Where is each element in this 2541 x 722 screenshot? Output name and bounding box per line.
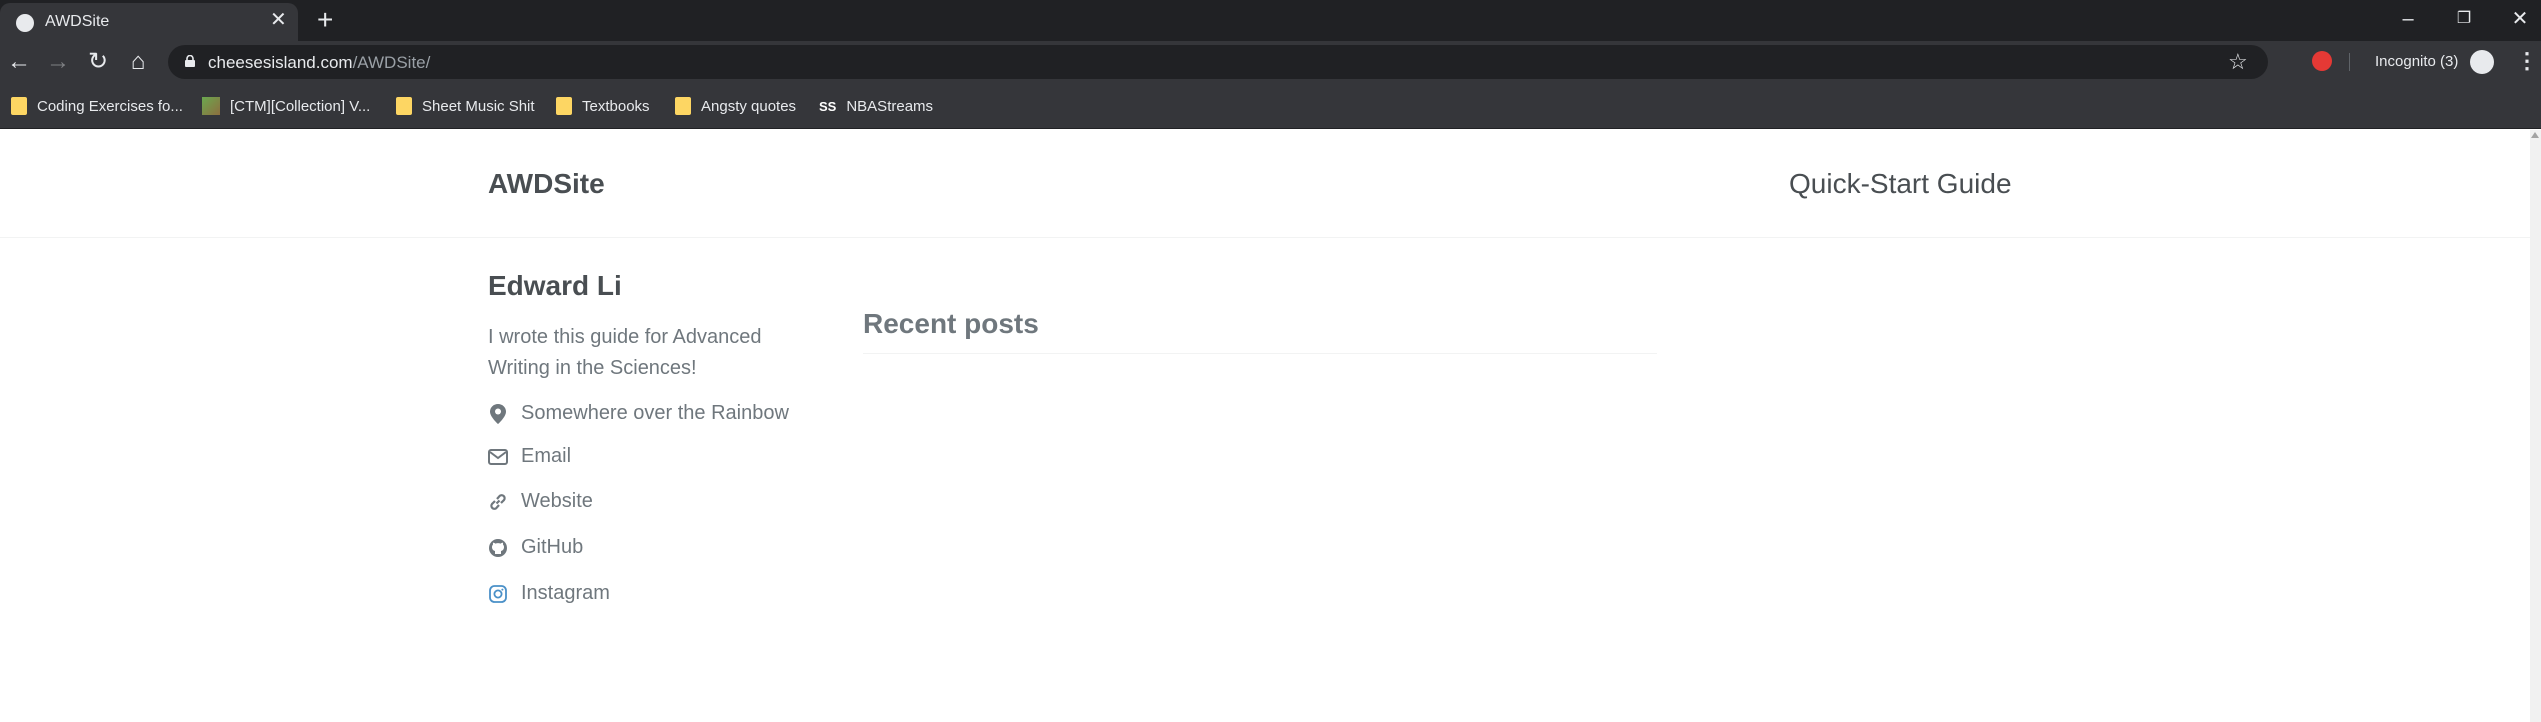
page-content: AWDSite Quick-Start Guide Edward Li I wr…	[0, 130, 2530, 722]
github-icon	[488, 538, 508, 558]
author-github-link[interactable]: GitHub	[488, 536, 583, 559]
restore-icon[interactable]: ❐	[2444, 4, 2484, 34]
author-email-link[interactable]: Email	[488, 445, 571, 468]
tab-strip: AWDSite ✕ + – ❐ ✕	[0, 0, 2541, 41]
bookmark-item[interactable]: [CTM][Collection] V...	[202, 94, 370, 118]
link-label: Email	[521, 445, 572, 467]
lock-icon	[185, 55, 195, 67]
globe-icon	[16, 14, 34, 32]
reload-icon[interactable]: ↻	[83, 47, 113, 77]
link-label: GitHub	[521, 536, 584, 558]
bookmark-label: Sheet Music Shit	[422, 97, 535, 115]
bookmark-star-icon[interactable]: ☆	[2228, 49, 2248, 75]
incognito-icon[interactable]	[2470, 50, 2494, 74]
folder-icon	[675, 97, 691, 115]
bookmarks-bar: Coding Exercises fo... [CTM][Collection]…	[0, 83, 2541, 129]
instagram-icon	[488, 584, 508, 604]
browser-toolbar: ← → ↻ ⌂ cheesesisland.com/AWDSite/ ☆ Inc…	[0, 41, 2541, 83]
bookmark-label: NBAStreams	[846, 97, 934, 115]
menu-icon[interactable]: ⋮	[2516, 48, 2538, 74]
bookmark-label: Angsty quotes	[701, 97, 797, 115]
close-window-icon[interactable]: ✕	[2500, 4, 2540, 34]
folder-icon	[556, 97, 572, 115]
map-marker-icon	[488, 403, 508, 424]
new-tab-button[interactable]: +	[317, 5, 333, 35]
folder-icon	[11, 97, 27, 115]
link-label: Instagram	[521, 582, 610, 604]
site-title-link[interactable]: AWDSite	[488, 168, 605, 200]
scroll-up-icon[interactable]	[2531, 132, 2539, 138]
author-bio: I wrote this guide for Advanced Writing …	[488, 326, 762, 379]
extension-icon[interactable]	[2312, 51, 2332, 71]
bookmark-item[interactable]: Textbooks	[556, 94, 650, 118]
bookmark-item[interactable]: SS NBAStreams	[819, 94, 933, 118]
tab-title: AWDSite	[45, 13, 110, 30]
toolbar-divider	[2349, 53, 2350, 71]
recent-posts-heading: Recent posts	[863, 308, 1039, 339]
minimize-icon[interactable]: –	[2388, 4, 2428, 34]
divider	[863, 353, 1657, 354]
browser-tab[interactable]: AWDSite ✕	[0, 3, 298, 41]
cube-icon	[202, 97, 220, 115]
back-icon[interactable]: ←	[4, 47, 34, 77]
close-tab-icon[interactable]: ✕	[270, 10, 287, 30]
folder-icon	[396, 97, 412, 115]
bookmark-item[interactable]: Angsty quotes	[675, 94, 796, 118]
author-location: Somewhere over the Rainbow	[488, 402, 789, 425]
scrollbar[interactable]	[2530, 130, 2541, 722]
incognito-label[interactable]: Incognito (3)	[2375, 53, 2458, 70]
forward-icon[interactable]: →	[43, 47, 73, 77]
envelope-icon	[488, 447, 508, 467]
author-instagram-link[interactable]: Instagram	[488, 582, 610, 605]
bookmark-item[interactable]: Sheet Music Shit	[396, 94, 535, 118]
home-icon[interactable]: ⌂	[123, 47, 153, 77]
nav-link-quick-start[interactable]: Quick-Start Guide	[1789, 168, 2012, 200]
address-bar[interactable]: cheesesisland.com/AWDSite/ ☆	[168, 45, 2268, 79]
bookmark-item[interactable]: Coding Exercises fo...	[11, 94, 183, 118]
author-name: Edward Li	[488, 270, 622, 301]
ss-icon: SS	[819, 98, 837, 114]
bookmark-label: [CTM][Collection] V...	[230, 97, 371, 115]
link-label: Somewhere over the Rainbow	[521, 402, 789, 424]
bookmark-label: Coding Exercises fo...	[37, 97, 183, 115]
bookmark-label: Textbooks	[582, 97, 650, 115]
link-label: Website	[521, 490, 593, 512]
link-icon	[488, 492, 508, 512]
masthead: AWDSite Quick-Start Guide	[0, 130, 2530, 238]
author-website-link[interactable]: Website	[488, 490, 593, 513]
url-text: cheesesisland.com/AWDSite/	[208, 53, 431, 72]
